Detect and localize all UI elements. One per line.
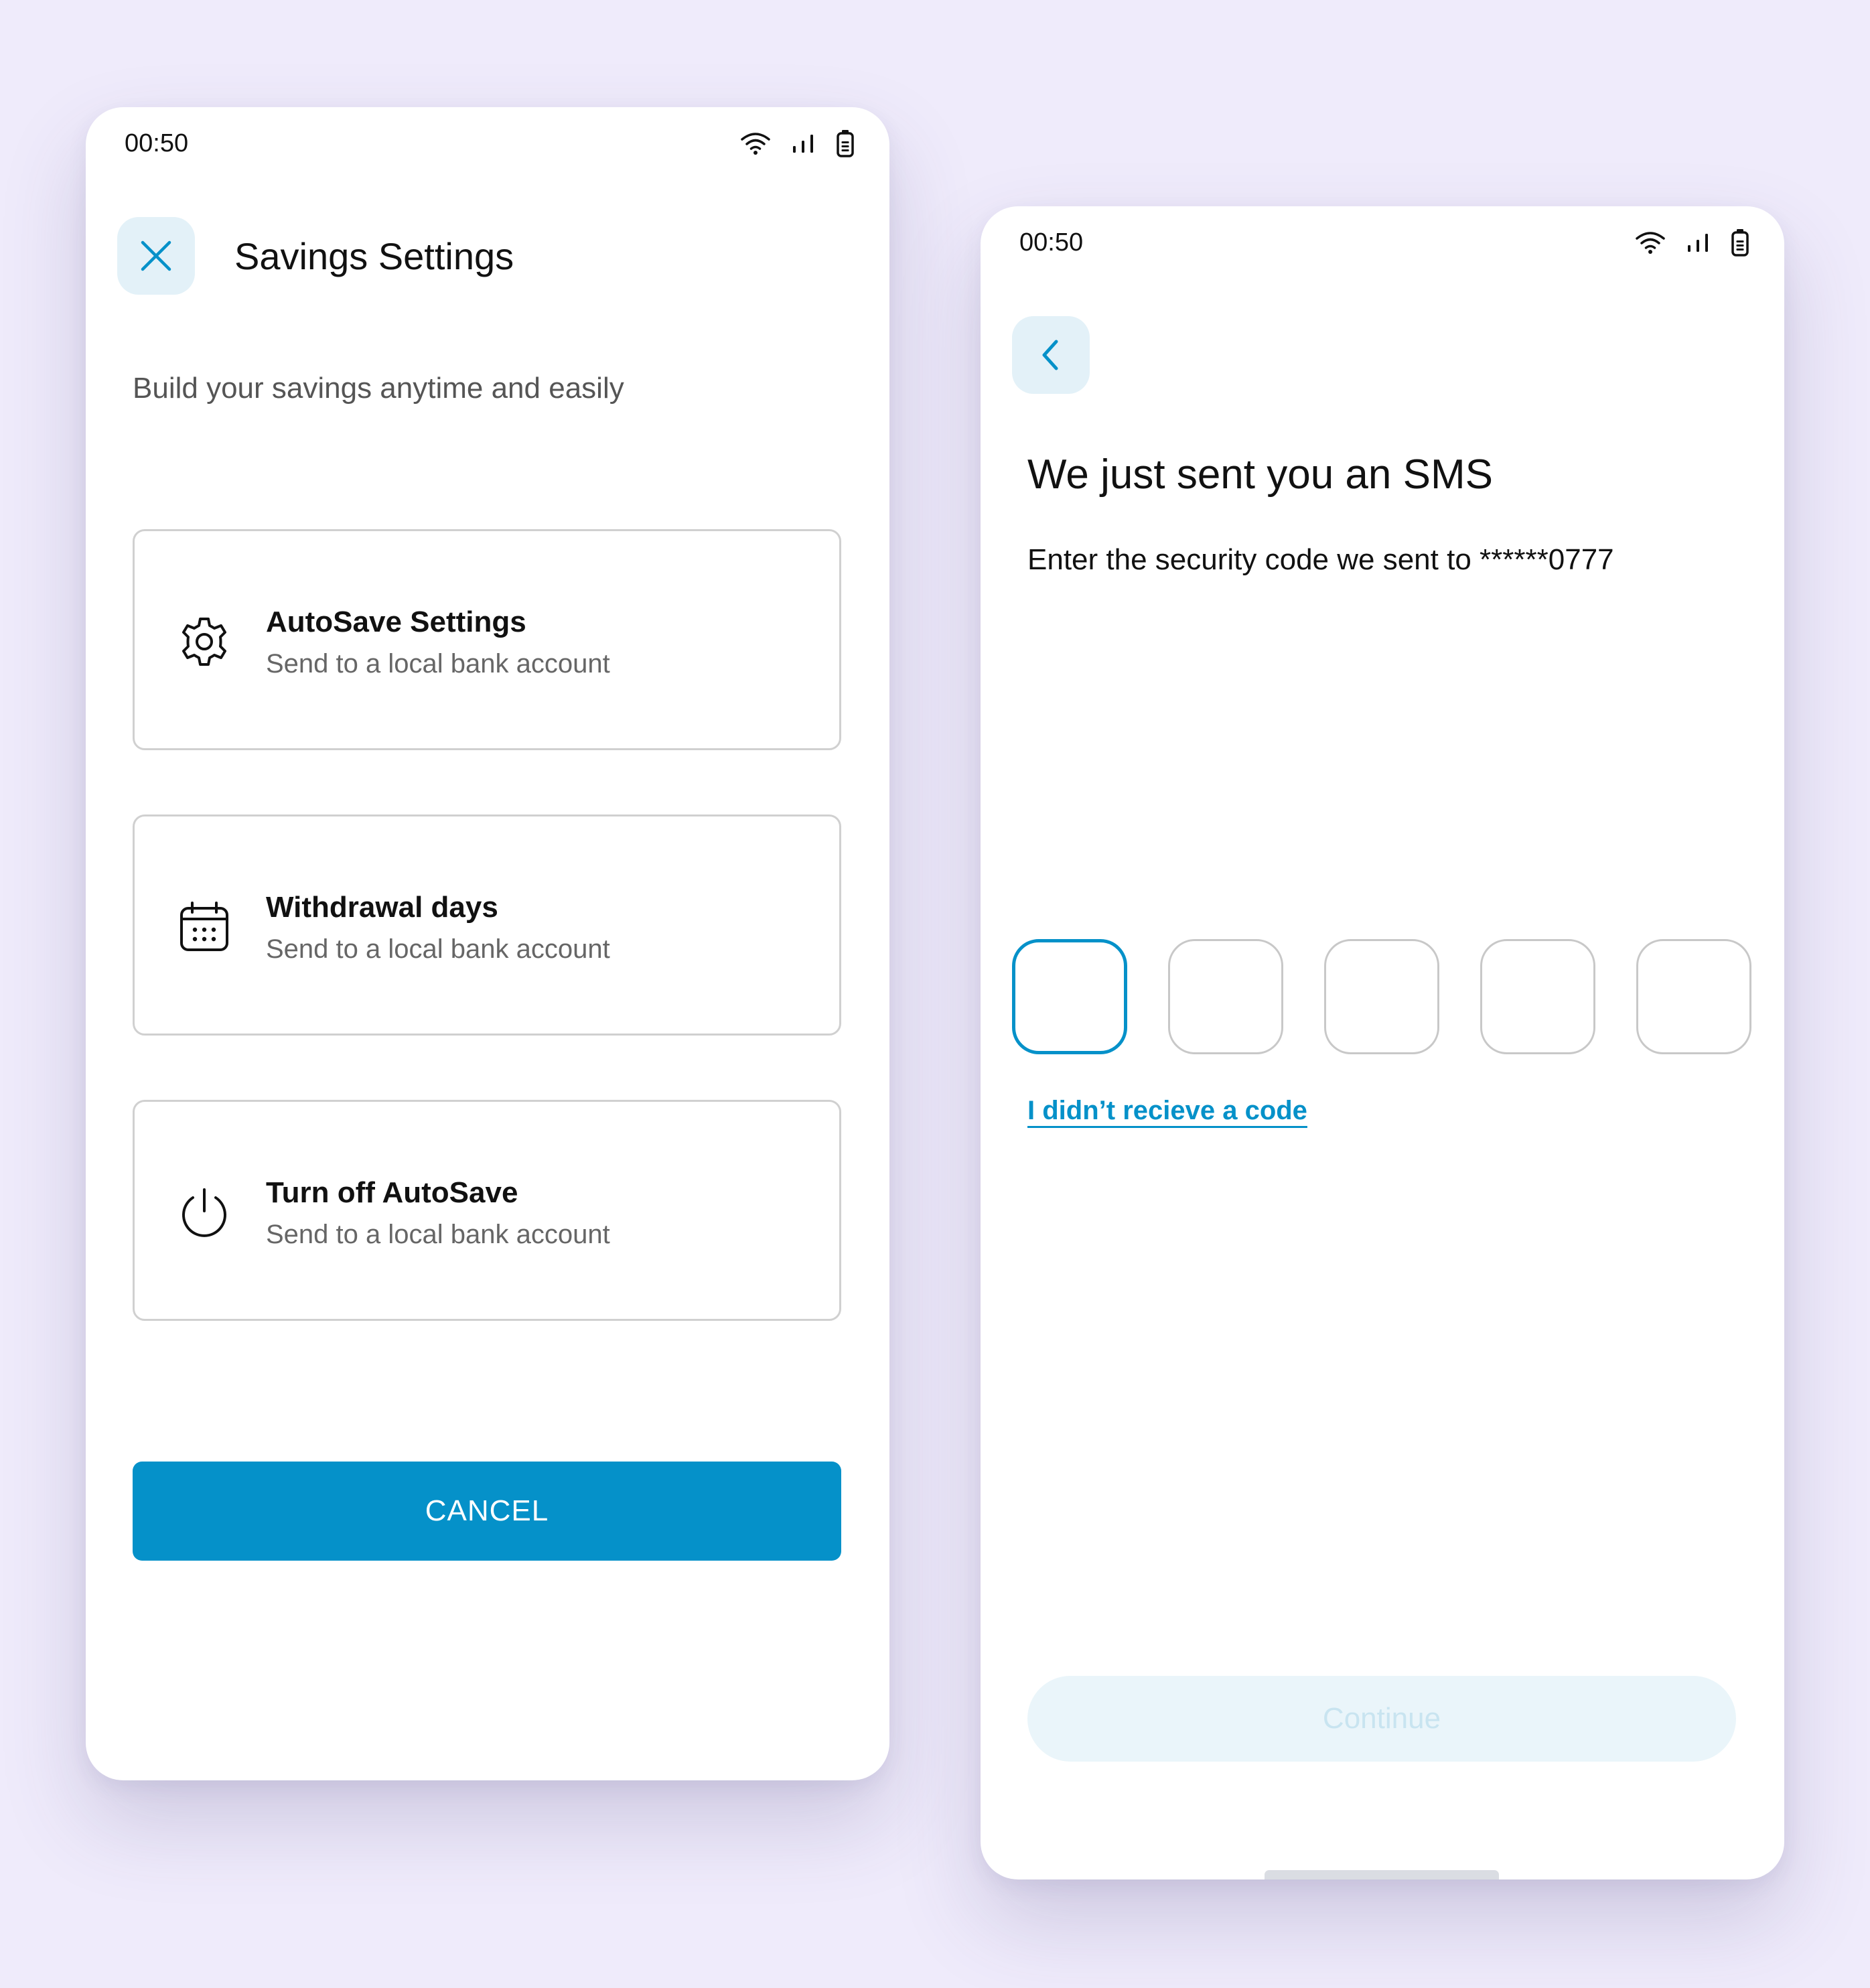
battery-icon [836,129,855,158]
back-button[interactable] [1012,316,1090,394]
savings-settings-screen: 00:50 Savings Settings Build your saving… [86,107,889,1780]
wifi-icon [739,130,772,157]
page-title: We just sent you an SMS [1027,451,1493,498]
option-subtitle: Send to a local bank account [266,934,610,964]
wifi-icon [1634,229,1666,256]
battery-icon [1731,228,1749,257]
option-title: Withdrawal days [266,891,498,924]
sms-verification-screen: 00:50 We just sent you an SMS Enter the … [981,206,1784,1879]
option-subtitle: Send to a local bank account [266,1220,610,1249]
code-digit-1[interactable] [1012,939,1127,1054]
page-subtitle: Build your savings anytime and easily [133,372,624,405]
calendar-icon [177,900,231,954]
status-icons [1634,225,1749,260]
continue-button[interactable]: Continue [1027,1676,1736,1762]
code-digit-5[interactable] [1636,939,1751,1054]
option-title: Turn off AutoSave [266,1176,518,1209]
option-title: AutoSave Settings [266,606,526,638]
code-digit-3[interactable] [1324,939,1439,1054]
option-turn-off-autosave[interactable]: Turn off AutoSave Send to a local bank a… [133,1100,841,1321]
home-indicator [1265,1870,1499,1879]
code-digit-2[interactable] [1168,939,1283,1054]
status-icons [739,126,855,161]
gear-icon [177,615,231,668]
code-digit-4[interactable] [1480,939,1595,1054]
signal-icon [1685,230,1712,255]
option-autosave-settings[interactable]: AutoSave Settings Send to a local bank a… [133,529,841,750]
status-time: 00:50 [125,129,189,157]
signal-icon [790,131,817,155]
close-icon [139,238,173,273]
close-button[interactable] [117,217,195,295]
resend-code-link[interactable]: I didn’t recieve a code [1027,1093,1307,1128]
cancel-button[interactable]: CANCEL [133,1462,841,1561]
power-icon [177,1186,231,1239]
option-subtitle: Send to a local bank account [266,649,610,679]
page-title: Savings Settings [234,235,514,277]
sms-instructions: Enter the security code we sent to *****… [1027,543,1614,576]
chevron-left-icon [1037,338,1064,372]
status-time: 00:50 [1019,228,1084,257]
option-withdrawal-days[interactable]: Withdrawal days Send to a local bank acc… [133,814,841,1036]
